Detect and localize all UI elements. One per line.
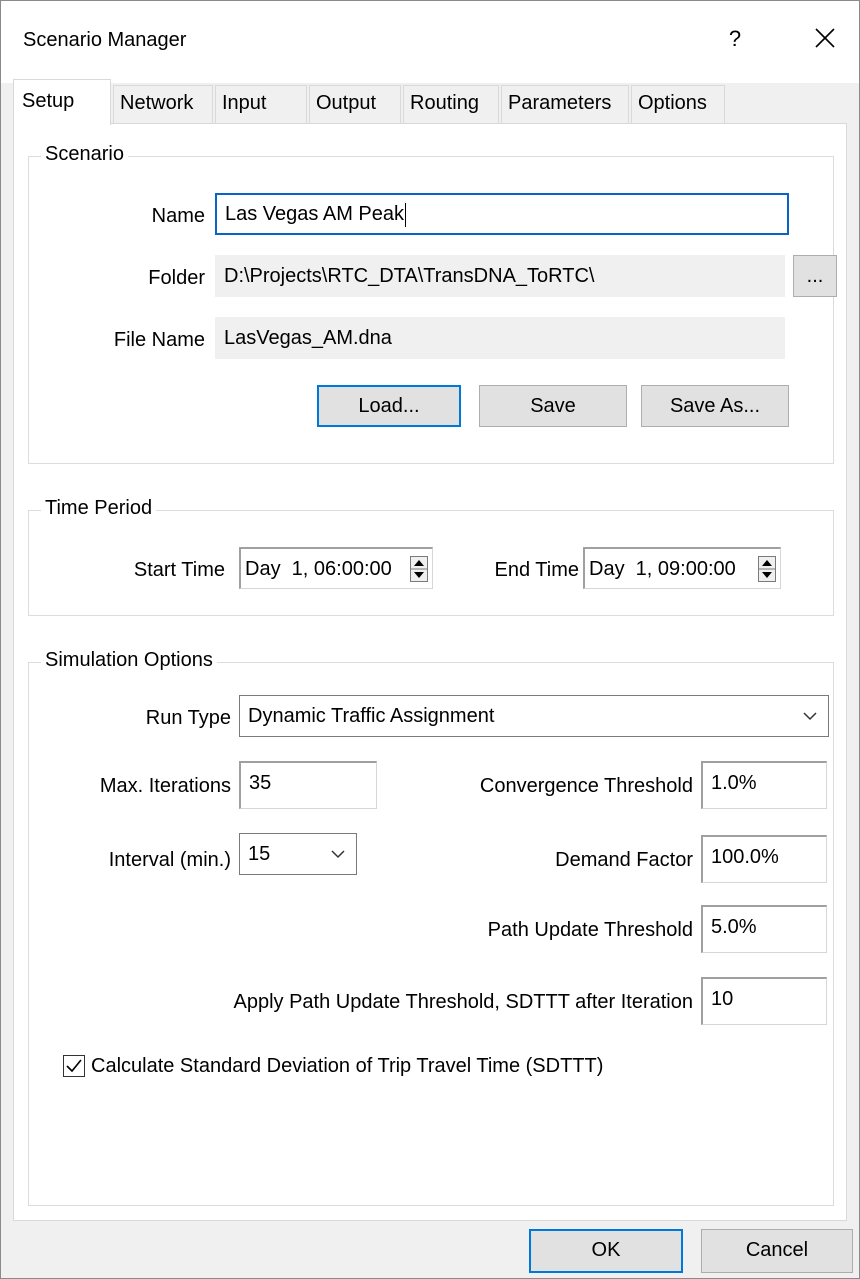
start-time-value: Day 1, 06:00:00 (245, 558, 392, 580)
name-value: Las Vegas AM Peak (225, 203, 405, 225)
demand-factor-input[interactable]: 100.0% (701, 835, 827, 883)
end-time-spinner[interactable] (756, 549, 778, 588)
browse-folder-button[interactable]: ... (793, 255, 837, 297)
close-button[interactable] (805, 19, 845, 59)
chevron-down-icon (331, 850, 345, 859)
sdttt-checkbox[interactable] (63, 1055, 85, 1077)
cancel-button[interactable]: Cancel (701, 1229, 853, 1273)
tab-parameters[interactable]: Parameters (501, 85, 629, 123)
start-time-spinner[interactable] (408, 549, 430, 588)
setup-panel: Scenario Name Las Vegas AM Peak Folder D… (13, 123, 847, 1221)
apply-after-iteration-input[interactable]: 10 (701, 977, 827, 1025)
spin-updown-icon (410, 555, 428, 582)
interval-value: 15 (248, 843, 271, 865)
time-period-group: Time Period Start Time Day 1, 06:00:00 E… (28, 497, 834, 616)
spin-updown-icon (758, 555, 776, 582)
run-type-value: Dynamic Traffic Assignment (248, 705, 495, 727)
scenario-group: Scenario Name Las Vegas AM Peak Folder D… (28, 143, 837, 464)
tab-output[interactable]: Output (309, 85, 401, 123)
file-name-label: File Name (113, 329, 205, 351)
tab-network[interactable]: Network (113, 85, 213, 123)
end-time-label: End Time (494, 559, 579, 581)
start-time-label: Start Time (133, 559, 225, 581)
tab-setup[interactable]: Setup (13, 79, 111, 125)
text-caret (405, 202, 407, 227)
convergence-threshold-input[interactable]: 1.0% (701, 761, 827, 809)
start-time-input[interactable]: Day 1, 06:00:00 (239, 547, 433, 589)
scenario-group-title: Scenario (41, 143, 128, 166)
sdttt-label[interactable]: Calculate Standard Deviation of Trip Tra… (91, 1055, 603, 1078)
save-as-button[interactable]: Save As... (641, 385, 789, 427)
checkmark-icon (66, 1059, 82, 1073)
path-update-threshold-label: Path Update Threshold (487, 919, 693, 941)
interval-label: Interval (min.) (108, 849, 231, 871)
name-label: Name (151, 205, 205, 227)
chevron-down-icon (803, 712, 817, 721)
title-bar: Scenario Manager ? (1, 1, 859, 83)
ok-button[interactable]: OK (529, 1229, 683, 1273)
simulation-options-group: Simulation Options Run Type Dynamic Traf… (28, 649, 834, 1206)
run-type-select[interactable]: Dynamic Traffic Assignment (239, 695, 829, 737)
end-time-value: Day 1, 09:00:00 (589, 558, 736, 580)
simulation-options-group-title: Simulation Options (41, 649, 217, 672)
file-name-field: LasVegas_AM.dna (215, 317, 785, 359)
save-button[interactable]: Save (479, 385, 627, 427)
path-update-threshold-input[interactable]: 5.0% (701, 905, 827, 953)
dialog-title: Scenario Manager (23, 29, 187, 51)
demand-factor-label: Demand Factor (555, 849, 693, 871)
tab-input[interactable]: Input (215, 85, 307, 123)
max-iterations-label: Max. Iterations (99, 775, 231, 797)
time-period-group-title: Time Period (41, 497, 157, 520)
tab-routing[interactable]: Routing (403, 85, 499, 123)
apply-after-iteration-label: Apply Path Update Threshold, SDTTT after… (233, 991, 694, 1013)
close-icon (815, 28, 835, 48)
load-button[interactable]: Load... (317, 385, 461, 427)
tab-options[interactable]: Options (631, 85, 725, 123)
max-iterations-input[interactable]: 35 (239, 761, 377, 809)
help-button[interactable]: ? (715, 19, 755, 59)
run-type-label: Run Type (145, 707, 231, 729)
convergence-threshold-label: Convergence Threshold (479, 775, 693, 797)
name-input[interactable]: Las Vegas AM Peak (215, 193, 789, 235)
folder-field: D:\Projects\RTC_DTA\TransDNA_ToRTC\ (215, 255, 785, 297)
interval-select[interactable]: 15 (239, 833, 357, 875)
scenario-manager-dialog: Scenario Manager ? Setup Network Input O… (0, 0, 860, 1279)
folder-label: Folder (148, 267, 205, 289)
end-time-input[interactable]: Day 1, 09:00:00 (583, 547, 781, 589)
